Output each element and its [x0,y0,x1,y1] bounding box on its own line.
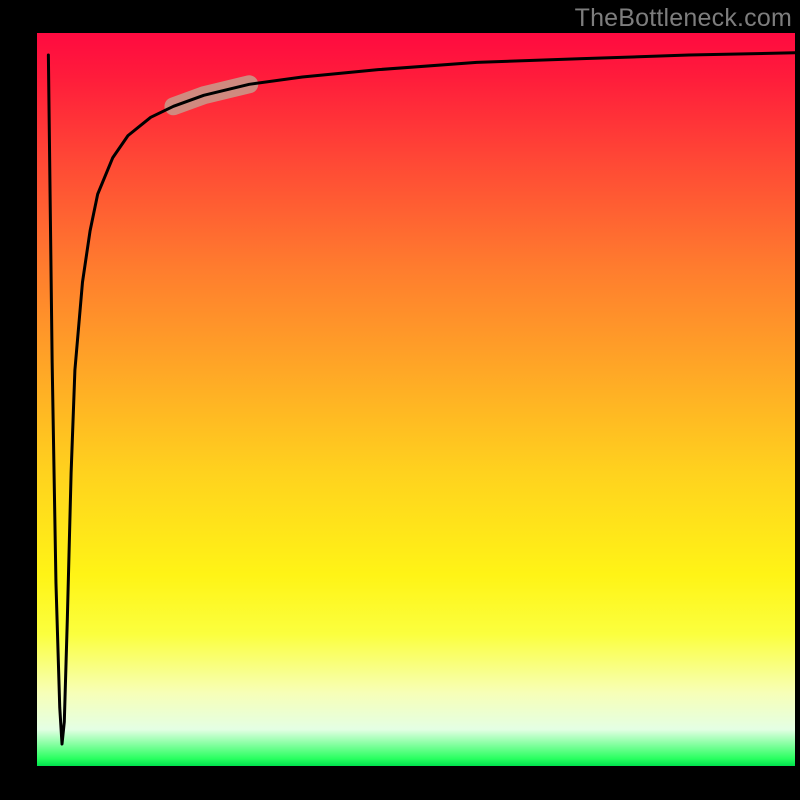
bottleneck-curve [48,53,795,744]
curve-svg-layer [37,33,795,766]
chart-stage: TheBottleneck.com [0,0,800,800]
attribution-watermark: TheBottleneck.com [575,4,792,33]
